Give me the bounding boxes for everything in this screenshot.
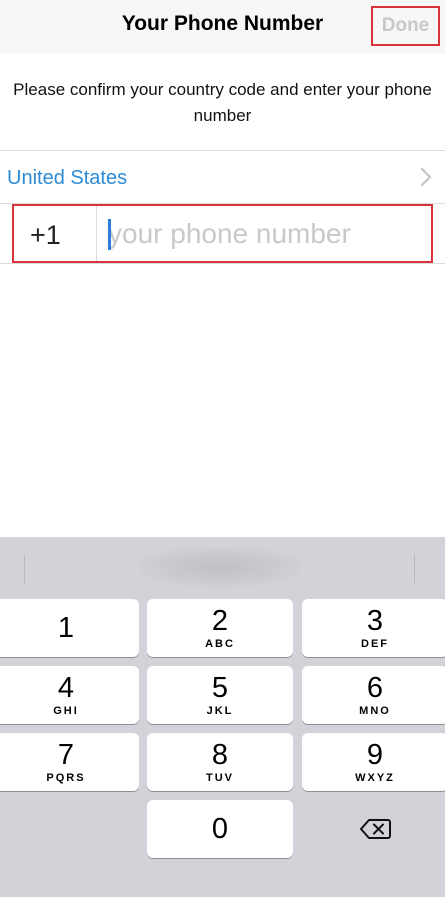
country-name: United States — [7, 167, 128, 189]
country-selector[interactable]: United States — [0, 151, 445, 203]
delete-key[interactable] — [302, 800, 445, 858]
suggestion-divider — [414, 555, 415, 583]
phone-number-input[interactable] — [108, 215, 418, 253]
country-code-field[interactable]: +1 — [30, 220, 61, 251]
chevron-right-icon — [420, 167, 432, 187]
numeric-keyboard: 1 2 ABC 3 DEF 4 GHI 5 JKL 6 MNO 7 PQRS 8… — [0, 537, 445, 897]
key-letters: GHI — [53, 705, 79, 717]
key-digit: 8 — [211, 739, 229, 771]
key-digit: 1 — [57, 612, 75, 644]
key-digit: 0 — [211, 813, 229, 845]
key-letters: JKL — [206, 705, 234, 717]
key-letters: MNO — [359, 705, 391, 717]
divider — [96, 206, 97, 261]
key-8[interactable]: 8 TUV — [147, 733, 293, 791]
key-digit: 4 — [57, 672, 75, 704]
key-letters: PQRS — [46, 772, 86, 784]
key-7[interactable]: 7 PQRS — [0, 733, 139, 791]
key-digit: 9 — [366, 739, 384, 771]
key-digit: 2 — [211, 605, 229, 637]
key-digit: 3 — [366, 605, 384, 637]
key-letters: TUV — [206, 772, 234, 784]
key-3[interactable]: 3 DEF — [302, 599, 445, 657]
key-letters: WXYZ — [355, 772, 395, 784]
phone-entry-row: +1 — [12, 204, 433, 263]
key-digit: 7 — [57, 739, 75, 771]
key-letters: ABC — [205, 638, 235, 650]
key-0[interactable]: 0 — [147, 800, 293, 858]
suggestion-divider — [24, 555, 25, 583]
backspace-icon — [360, 819, 391, 839]
navigation-bar: Your Phone Number Done — [0, 0, 445, 54]
instructions-text: Please confirm your country code and ent… — [13, 80, 432, 125]
key-9[interactable]: 9 WXYZ — [302, 733, 445, 791]
text-cursor — [108, 219, 111, 250]
key-5[interactable]: 5 JKL — [147, 666, 293, 724]
key-letters: DEF — [361, 638, 389, 650]
key-digit: 6 — [366, 672, 384, 704]
key-6[interactable]: 6 MNO — [302, 666, 445, 724]
done-button[interactable]: Done — [371, 6, 440, 46]
key-1[interactable]: 1 — [0, 599, 139, 657]
suggestion-bar — [0, 537, 445, 595]
key-digit: 5 — [211, 672, 229, 704]
key-4[interactable]: 4 GHI — [0, 666, 139, 724]
suggestion-item[interactable] — [140, 547, 300, 587]
key-2[interactable]: 2 ABC — [147, 599, 293, 657]
divider — [0, 263, 445, 264]
